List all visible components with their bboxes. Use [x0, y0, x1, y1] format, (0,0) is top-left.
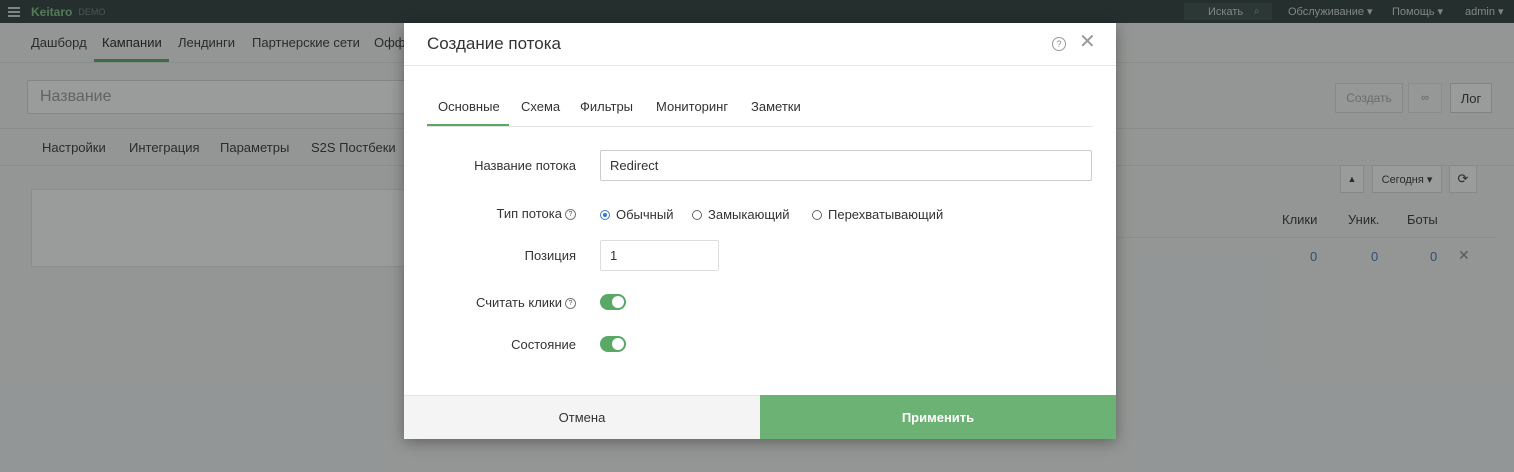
- flow-type-regular-label: Обычный: [616, 207, 674, 222]
- tab-monitoring[interactable]: Мониторинг: [656, 99, 728, 114]
- tab-basic[interactable]: Основные: [438, 99, 500, 114]
- count-clicks-label-text: Считать клики: [476, 295, 562, 310]
- apply-button[interactable]: Применить: [760, 395, 1116, 439]
- flow-type-closing-radio[interactable]: Замыкающий: [692, 207, 790, 222]
- tab-filters[interactable]: Фильтры: [580, 99, 633, 114]
- tab-notes[interactable]: Заметки: [751, 99, 801, 114]
- position-input[interactable]: [600, 240, 719, 271]
- flow-name-label: Название потока: [474, 158, 576, 173]
- state-label: Состояние: [511, 337, 576, 352]
- position-label: Позиция: [524, 248, 576, 263]
- state-toggle[interactable]: [600, 336, 626, 352]
- flow-name-input[interactable]: [600, 150, 1092, 181]
- flow-type-regular-radio[interactable]: Обычный: [600, 207, 673, 222]
- radio-checked-icon[interactable]: [600, 209, 610, 220]
- count-clicks-toggle[interactable]: [600, 294, 626, 310]
- dialog-tabs: Основные Схема Фильтры Мониторинг Заметк…: [427, 95, 1093, 127]
- create-flow-dialog: Создание потока ? ✕ Основные Схема Фильт…: [404, 23, 1116, 439]
- dialog-header: Создание потока ? ✕: [404, 23, 1116, 66]
- flow-type-closing-label: Замыкающий: [708, 207, 790, 222]
- help-icon[interactable]: ?: [1052, 37, 1066, 51]
- count-clicks-help-icon[interactable]: ?: [565, 298, 576, 310]
- flow-type-label-text: Тип потока: [496, 206, 562, 221]
- flow-type-help-icon[interactable]: ?: [565, 209, 576, 221]
- dialog-title: Создание потока: [427, 34, 561, 53]
- close-icon[interactable]: ✕: [1079, 31, 1096, 53]
- cancel-button[interactable]: Отмена: [404, 395, 760, 439]
- flow-type-label: Тип потока?: [416, 206, 576, 221]
- radio-unchecked-icon[interactable]: [812, 209, 822, 220]
- flow-type-intercepting-radio[interactable]: Перехватывающий: [812, 207, 943, 222]
- tab-active-indicator: [427, 124, 509, 126]
- count-clicks-label: Считать клики?: [416, 295, 576, 310]
- radio-unchecked-icon[interactable]: [692, 209, 702, 220]
- tab-scheme[interactable]: Схема: [521, 99, 560, 114]
- flow-type-intercepting-label: Перехватывающий: [828, 207, 944, 222]
